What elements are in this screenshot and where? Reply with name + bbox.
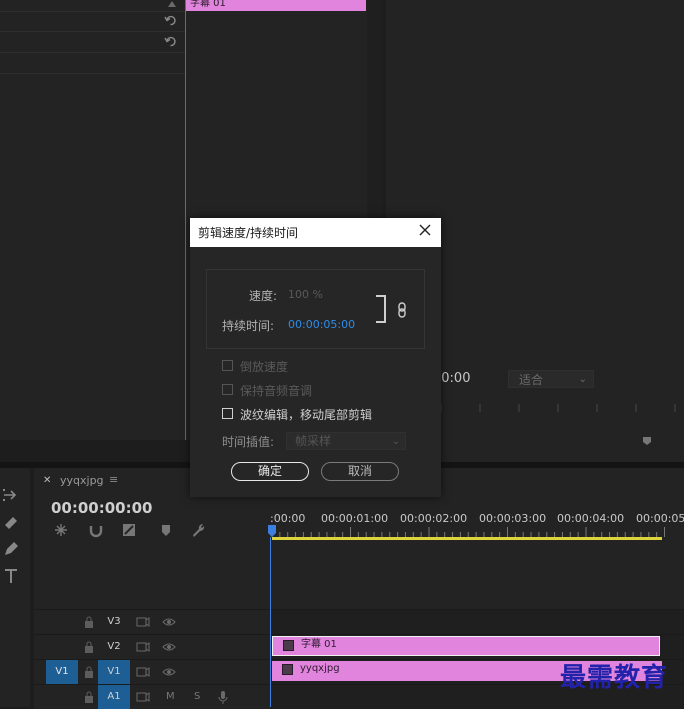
fit-dropdown[interactable]: 适合 ⌄ xyxy=(508,370,594,388)
close-icon[interactable] xyxy=(418,223,432,237)
fit-dropdown-label: 适合 xyxy=(519,373,544,387)
reset-icon[interactable] xyxy=(164,35,177,48)
lock-icon[interactable] xyxy=(84,641,94,653)
pen-icon[interactable] xyxy=(2,540,20,558)
maintain-pitch-label: 保持音频音调 xyxy=(240,384,313,398)
fx-badge-icon xyxy=(283,640,294,651)
reverse-speed-checkbox[interactable] xyxy=(222,360,233,371)
ruler-label: 00:00:05:0 xyxy=(636,512,684,525)
track-target[interactable]: A1 xyxy=(98,685,130,709)
chevron-down-icon: ⌄ xyxy=(578,374,587,385)
fx-badge-icon xyxy=(282,664,293,675)
track-target[interactable]: V2 xyxy=(98,635,130,659)
playhead-line[interactable] xyxy=(270,537,271,707)
mute-button[interactable]: M xyxy=(166,685,175,709)
sync-lock-icon[interactable] xyxy=(136,691,150,703)
solo-button[interactable]: S xyxy=(194,685,200,709)
speed-duration-group xyxy=(206,269,425,349)
ruler-label: :00:00 xyxy=(270,512,306,525)
reverse-speed-label: 倒放速度 xyxy=(240,360,289,374)
track-header-v1[interactable]: V1 V1 xyxy=(34,659,270,684)
timeline-clip-title[interactable]: 字幕 01 xyxy=(272,636,660,656)
effect-row xyxy=(0,11,185,32)
add-marker-icon[interactable] xyxy=(158,522,174,538)
effect-row xyxy=(0,32,185,53)
ruler-label: 00:00:02:00 xyxy=(400,512,468,525)
track-header-v3[interactable]: V3 xyxy=(34,609,270,634)
link-bracket xyxy=(376,295,386,323)
work-area-bar[interactable] xyxy=(272,537,662,540)
track-target[interactable]: V1 xyxy=(98,660,130,684)
maintain-pitch-checkbox[interactable] xyxy=(222,384,233,395)
ripple-edit-checkbox[interactable] xyxy=(222,408,233,419)
time-interpolation-select[interactable]: 帧采样 ⌄ xyxy=(286,432,406,450)
duration-label: 持续时间: xyxy=(222,319,275,333)
clip-label: yyqxjpg xyxy=(300,663,340,674)
effect-row xyxy=(0,53,185,74)
sync-lock-icon[interactable] xyxy=(136,616,150,628)
ruler-label: 00:00:01:00 xyxy=(321,512,389,525)
lock-icon[interactable] xyxy=(84,691,94,703)
track-select-icon[interactable] xyxy=(2,486,20,504)
track-target[interactable]: V3 xyxy=(98,610,130,634)
wrench-icon[interactable] xyxy=(190,522,206,538)
speed-value[interactable]: 100 % xyxy=(288,288,323,301)
ruler-label: 00:00:03:00 xyxy=(479,512,547,525)
sync-lock-icon[interactable] xyxy=(136,641,150,653)
track-content-v3[interactable] xyxy=(270,609,684,634)
playhead-handle[interactable] xyxy=(268,525,276,537)
dialog-title: 剪辑速度/持续时间 xyxy=(198,226,299,240)
chevron-down-icon: ⌄ xyxy=(391,436,400,447)
ripple-edit-label: 波纹编辑，移动尾部剪辑 xyxy=(240,408,373,422)
speed-label: 速度: xyxy=(249,289,278,303)
reset-icon[interactable] xyxy=(164,14,177,27)
track-header-v2[interactable]: V2 xyxy=(34,634,270,659)
snap-icon[interactable] xyxy=(88,522,104,538)
eye-icon[interactable] xyxy=(162,666,176,678)
time-interpolation-value: 帧采样 xyxy=(295,434,332,448)
ok-button[interactable]: 确定 xyxy=(231,462,309,481)
linked-selection-icon[interactable] xyxy=(121,522,137,538)
menu-icon[interactable]: ≡ xyxy=(109,473,118,486)
razor-icon[interactable] xyxy=(2,513,20,531)
cancel-button[interactable]: 取消 xyxy=(321,462,399,481)
track-header-a1[interactable]: A1 M S xyxy=(34,684,270,709)
clip-speed-duration-dialog xyxy=(190,218,441,497)
microphone-icon[interactable] xyxy=(218,691,228,705)
ruler-label: 00:00:04:00 xyxy=(557,512,625,525)
source-patch[interactable]: V1 xyxy=(46,660,78,684)
tools-panel xyxy=(0,468,30,707)
effect-controls-panel xyxy=(0,0,185,440)
timeline-timecode[interactable]: 00:00:00:00 xyxy=(51,499,153,517)
eye-icon[interactable] xyxy=(162,616,176,628)
sync-lock-icon[interactable] xyxy=(136,666,150,678)
effect-clip-bar[interactable]: 字幕 01 xyxy=(186,0,366,11)
sequence-tab-title[interactable]: yyqxjpg xyxy=(60,474,104,487)
nest-icon[interactable] xyxy=(53,522,69,538)
ruler-ticks xyxy=(271,527,665,537)
type-tool-icon[interactable] xyxy=(2,567,20,585)
lock-icon[interactable] xyxy=(84,616,94,628)
marker-icon[interactable] xyxy=(642,436,652,446)
clip-label: 字幕 01 xyxy=(301,639,337,650)
chain-link-icon[interactable] xyxy=(396,302,408,318)
triangle-up-icon[interactable] xyxy=(167,0,177,8)
lock-icon[interactable] xyxy=(84,666,94,678)
time-interpolation-label: 时间插值: xyxy=(222,435,275,449)
duration-value[interactable]: 00:00:05:00 xyxy=(288,318,355,331)
close-icon[interactable]: ✕ xyxy=(43,475,51,486)
eye-icon[interactable] xyxy=(162,641,176,653)
watermark: 最需教育 xyxy=(560,663,669,693)
